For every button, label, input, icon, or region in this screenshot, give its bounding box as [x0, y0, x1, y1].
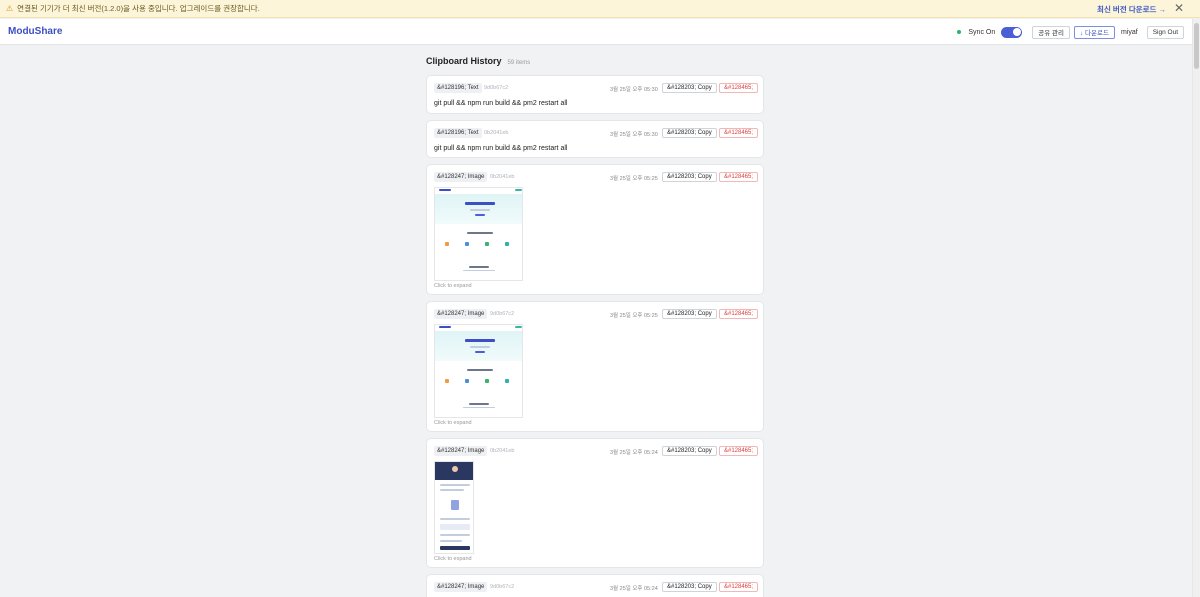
clipboard-item: &#128247; Image 0b2041eb 3월 25일 오후 05:25… [426, 164, 764, 295]
item-hash: 9d0b67c2 [490, 311, 515, 317]
thumbnail-line [440, 489, 464, 491]
thumbnail-figure [451, 500, 459, 510]
type-tag: &#128247; Image [434, 582, 488, 592]
item-hash: 0b2041eb [490, 448, 515, 454]
thumbnail-subline [470, 346, 490, 348]
image-thumbnail[interactable] [434, 461, 474, 554]
item-hash: 0b2041eb [484, 130, 509, 136]
item-time: 3월 25일 오후 05:24 [610, 450, 658, 456]
thumbnail-feature-icon [505, 379, 509, 383]
thumbnail-feature-icon [505, 242, 509, 246]
warning-icon: ⚠ [6, 4, 14, 13]
type-tag: &#128196; Text [434, 128, 482, 138]
thumbnail-headline [465, 202, 495, 205]
delete-button[interactable]: &#128465; [719, 309, 759, 319]
type-tag: &#128247; Image [434, 172, 488, 182]
thumbnail-logo [439, 326, 451, 328]
clipboard-item: &#128247; Image 9d0b67c2 3월 25일 오후 05:24… [426, 574, 764, 597]
thumbnail-avatar [452, 466, 458, 472]
scroll-thumb[interactable] [1194, 23, 1199, 69]
thumbnail-section-title [467, 369, 493, 371]
type-tag: &#128247; Image [434, 309, 488, 319]
copy-button[interactable]: &#128203; Copy [662, 83, 717, 93]
download-latest-link[interactable]: 최신 버전 다운로드 → [1097, 4, 1166, 15]
copy-button[interactable]: &#128203; Copy [662, 582, 717, 592]
clipboard-item: &#128196; Text 0b2041eb 3월 25일 오후 05:30 … [426, 120, 764, 158]
copy-button[interactable]: &#128203; Copy [662, 446, 717, 456]
item-time: 3월 25일 오후 05:30 [610, 132, 658, 138]
item-hash: 9d0b67c2 [490, 584, 515, 590]
header-actions: Sync On 공유 관리 ↓ 다운로드 miyaf Sign Out [957, 24, 1184, 40]
delete-button[interactable]: &#128465; [719, 446, 759, 456]
thumbnail-footer-text [463, 407, 495, 408]
thumbnail-line [440, 540, 462, 542]
thumbnail-feature-icon [465, 242, 469, 246]
thumbnail-feature-icon [445, 242, 449, 246]
thumbnail-cta [475, 214, 485, 216]
page-scrollbar[interactable] [1192, 19, 1200, 597]
sync-label: Sync On [968, 28, 996, 36]
delete-button[interactable]: &#128465; [719, 582, 759, 592]
type-tag: &#128247; Image [434, 446, 488, 456]
close-icon[interactable]: ✕ [1174, 2, 1184, 14]
delete-button[interactable]: &#128465; [719, 172, 759, 182]
delete-button[interactable]: &#128465; [719, 128, 759, 138]
item-text[interactable]: git pull && npm run build && pm2 restart… [434, 145, 567, 152]
clipboard-item: &#128247; Image 0b2041eb 3월 25일 오후 05:24… [426, 438, 764, 568]
item-hash: 9d0b67c2 [484, 85, 509, 91]
banner-message: 연결된 기기가 더 최신 버전(1.2.0)을 사용 중입니다. 업그레이드를 … [17, 4, 260, 13]
sync-status-dot [957, 30, 962, 34]
thumbnail-cta [475, 351, 485, 353]
thumbnail-line [440, 518, 470, 520]
clipboard-item: &#128196; Text 9d0b67c2 3월 25일 오후 05:30 … [426, 75, 764, 114]
thumbnail-section-title [467, 232, 493, 234]
image-thumbnail[interactable] [434, 187, 523, 281]
delete-button[interactable]: &#128465; [719, 83, 759, 93]
clipboard-item: &#128247; Image 9d0b67c2 3월 25일 오후 05:25… [426, 301, 764, 432]
download-button[interactable]: ↓ 다운로드 [1073, 25, 1115, 39]
sync-toggle[interactable] [1001, 26, 1023, 38]
thumbnail-button [515, 189, 522, 191]
item-time: 3월 25일 오후 05:30 [610, 87, 658, 93]
thumbnail-logo [439, 189, 451, 191]
copy-button[interactable]: &#128203; Copy [662, 128, 717, 138]
thumbnail-headline [465, 339, 495, 342]
item-time: 3월 25일 오후 05:25 [610, 313, 658, 319]
image-thumbnail[interactable] [434, 324, 523, 418]
app-logo[interactable]: ModuShare [8, 26, 62, 37]
thumbnail-footer-title [469, 403, 489, 405]
thumbnail-block [440, 524, 470, 530]
sign-out-button[interactable]: Sign Out [1146, 25, 1184, 39]
thumbnail-feature-icon [445, 379, 449, 383]
copy-button[interactable]: &#128203; Copy [662, 309, 717, 319]
expand-link[interactable]: Click to expand [434, 420, 472, 426]
expand-link[interactable]: Click to expand [434, 283, 472, 289]
clipboard-history: Clipboard History 59 items &#128196; Tex… [426, 56, 764, 597]
thumbnail-feature-icon [465, 379, 469, 383]
thumbnail-line [440, 534, 470, 536]
share-manage-button[interactable]: 공유 관리 [1032, 25, 1070, 39]
thumbnail-footer [440, 546, 470, 550]
copy-button[interactable]: &#128203; Copy [662, 172, 717, 182]
page-title: Clipboard History [426, 56, 502, 66]
expand-link[interactable]: Click to expand [434, 556, 472, 562]
thumbnail-button [515, 326, 522, 328]
thumbnail-footer-text [463, 270, 495, 271]
user-name: miyaf [1120, 28, 1138, 36]
item-count: 59 items [507, 60, 531, 66]
thumbnail-feature-icon [485, 242, 489, 246]
app-header: ModuShare Sync On 공유 관리 ↓ 다운로드 miyaf Sig… [0, 19, 1192, 45]
thumbnail-subline [470, 209, 490, 211]
thumbnail-feature-icon [485, 379, 489, 383]
item-time: 3월 25일 오후 05:25 [610, 176, 658, 182]
list-header: Clipboard History 59 items [426, 56, 764, 66]
item-time: 3월 25일 오후 05:24 [610, 586, 658, 592]
update-banner: ⚠ 연결된 기기가 더 최신 버전(1.2.0)을 사용 중입니다. 업그레이드… [0, 0, 1200, 18]
type-tag: &#128196; Text [434, 83, 482, 93]
thumbnail-line [440, 484, 470, 486]
thumbnail-footer-title [469, 266, 489, 268]
toggle-knob [1012, 28, 1021, 36]
item-text[interactable]: git pull && npm run build && pm2 restart… [434, 100, 567, 107]
item-hash: 0b2041eb [490, 174, 515, 180]
